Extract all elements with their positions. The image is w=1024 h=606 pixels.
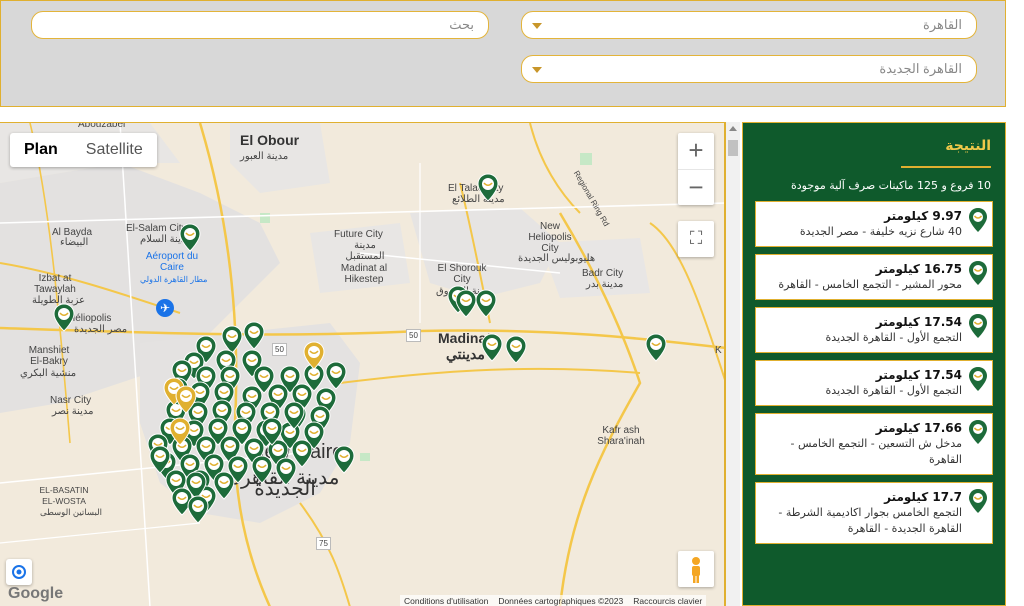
atm-marker[interactable] <box>505 335 527 364</box>
result-address: 40 شارع نزيه خليفة - مصر الجديدة <box>799 225 962 238</box>
locate-icon <box>12 565 26 579</box>
result-title: النتيجة <box>945 138 991 154</box>
map-view[interactable]: Abouzabel El Obour مدينة العبور El Talae… <box>0 122 726 606</box>
google-logo: Google <box>8 585 64 602</box>
filter-panel: بحث القاهرة القاهرة الجديدة <box>0 0 1006 107</box>
result-panel: النتيجة 10 فروع و 125 ماكينات صرف آلية م… <box>742 122 1006 606</box>
scroll-up-icon <box>729 126 737 131</box>
atm-marker[interactable] <box>213 471 235 500</box>
result-card[interactable]: 17.54 كيلومتر التجمع الأول - القاهرة الج… <box>755 360 993 406</box>
result-card[interactable]: 17.7 كيلومتر التجمع الخامس بجوار اكاديمي… <box>755 482 993 544</box>
terms-link[interactable]: Conditions d'utilisation <box>404 595 488 606</box>
plan-button[interactable]: Plan <box>10 133 72 167</box>
atm-marker[interactable] <box>481 333 503 362</box>
atm-marker[interactable] <box>275 457 297 486</box>
result-distance: 9.97 كيلومتر <box>884 209 962 223</box>
atm-marker[interactable] <box>251 455 273 484</box>
result-distance: 17.66 كيلومتر <box>875 421 962 435</box>
chevron-down-icon <box>532 67 542 73</box>
my-location-button[interactable] <box>6 559 32 585</box>
result-distance: 17.54 كيلومتر <box>875 368 962 382</box>
atm-marker[interactable] <box>53 303 75 332</box>
atm-marker[interactable] <box>325 361 347 390</box>
atm-marker[interactable] <box>333 445 355 474</box>
result-address: التجمع الأول - القاهرة الجديدة <box>825 331 962 344</box>
city-select-value: القاهرة <box>923 17 962 32</box>
shortcuts-link[interactable]: Raccourcis clavier <box>633 595 702 606</box>
map-data-text: Données cartographiques ©2023 <box>498 596 624 606</box>
location-pin-icon <box>969 489 987 513</box>
atm-marker[interactable] <box>179 223 201 252</box>
result-card[interactable]: 17.66 كيلومتر مدخل ش التسعين - التجمع ال… <box>755 413 993 475</box>
atm-marker[interactable] <box>243 321 265 350</box>
result-distance: 16.75 كيلومتر <box>875 262 962 276</box>
scrollbar-thumb[interactable] <box>728 140 738 156</box>
location-pin-icon <box>969 367 987 391</box>
district-select-value: القاهرة الجديدة <box>879 61 962 76</box>
chevron-down-icon <box>532 23 542 29</box>
result-card[interactable]: 9.97 كيلومتر 40 شارع نزيه خليفة - مصر ال… <box>755 201 993 247</box>
atm-marker[interactable] <box>477 173 499 202</box>
pegman-icon <box>692 557 700 583</box>
fullscreen-button[interactable]: ⛶ <box>678 221 714 257</box>
location-pin-icon <box>969 208 987 232</box>
zoom-controls: + − <box>678 133 714 205</box>
search-input[interactable]: بحث <box>31 11 489 39</box>
map-attribution: Conditions d'utilisation Données cartogr… <box>400 595 707 606</box>
zoom-in-button[interactable]: + <box>678 133 714 169</box>
atm-marker[interactable] <box>303 341 325 370</box>
result-distance: 17.54 كيلومتر <box>875 315 962 329</box>
markers-layer <box>53 173 667 524</box>
atm-marker[interactable] <box>187 495 209 524</box>
title-underline <box>901 166 991 168</box>
result-address: محور المشير - التجمع الخامس - القاهرة <box>778 278 962 291</box>
city-select[interactable]: القاهرة <box>521 11 977 39</box>
result-list: 9.97 كيلومتر 40 شارع نزيه خليفة - مصر ال… <box>755 201 993 551</box>
satellite-button[interactable]: Satellite <box>72 133 157 167</box>
result-distance: 17.7 كيلومتر <box>884 490 962 504</box>
atm-marker[interactable] <box>645 333 667 362</box>
result-card[interactable]: 16.75 كيلومتر محور المشير - التجمع الخام… <box>755 254 993 300</box>
location-pin-icon <box>969 314 987 338</box>
map-type-toggle: Plan Satellite <box>10 133 157 167</box>
result-address: التجمع الأول - القاهرة الجديدة <box>825 384 962 397</box>
result-card[interactable]: 17.54 كيلومتر التجمع الأول - القاهرة الج… <box>755 307 993 353</box>
result-count: 10 فروع و 125 ماكينات صرف آلية موجودة <box>791 179 991 192</box>
atm-marker[interactable] <box>455 289 477 318</box>
scrollbar[interactable] <box>726 122 740 606</box>
result-address: التجمع الخامس بجوار اكاديمية الشرطة - ال… <box>778 506 962 535</box>
location-pin-icon <box>969 261 987 285</box>
street-view-button[interactable] <box>678 551 714 587</box>
fullscreen-icon: ⛶ <box>689 228 703 249</box>
result-address: مدخل ش التسعين - التجمع الخامس - القاهرة <box>790 437 963 466</box>
district-select[interactable]: القاهرة الجديدة <box>521 55 977 83</box>
location-pin-icon <box>969 420 987 444</box>
zoom-out-button[interactable]: − <box>678 169 714 205</box>
atm-marker[interactable] <box>475 289 497 318</box>
atm-marker[interactable] <box>221 325 243 354</box>
